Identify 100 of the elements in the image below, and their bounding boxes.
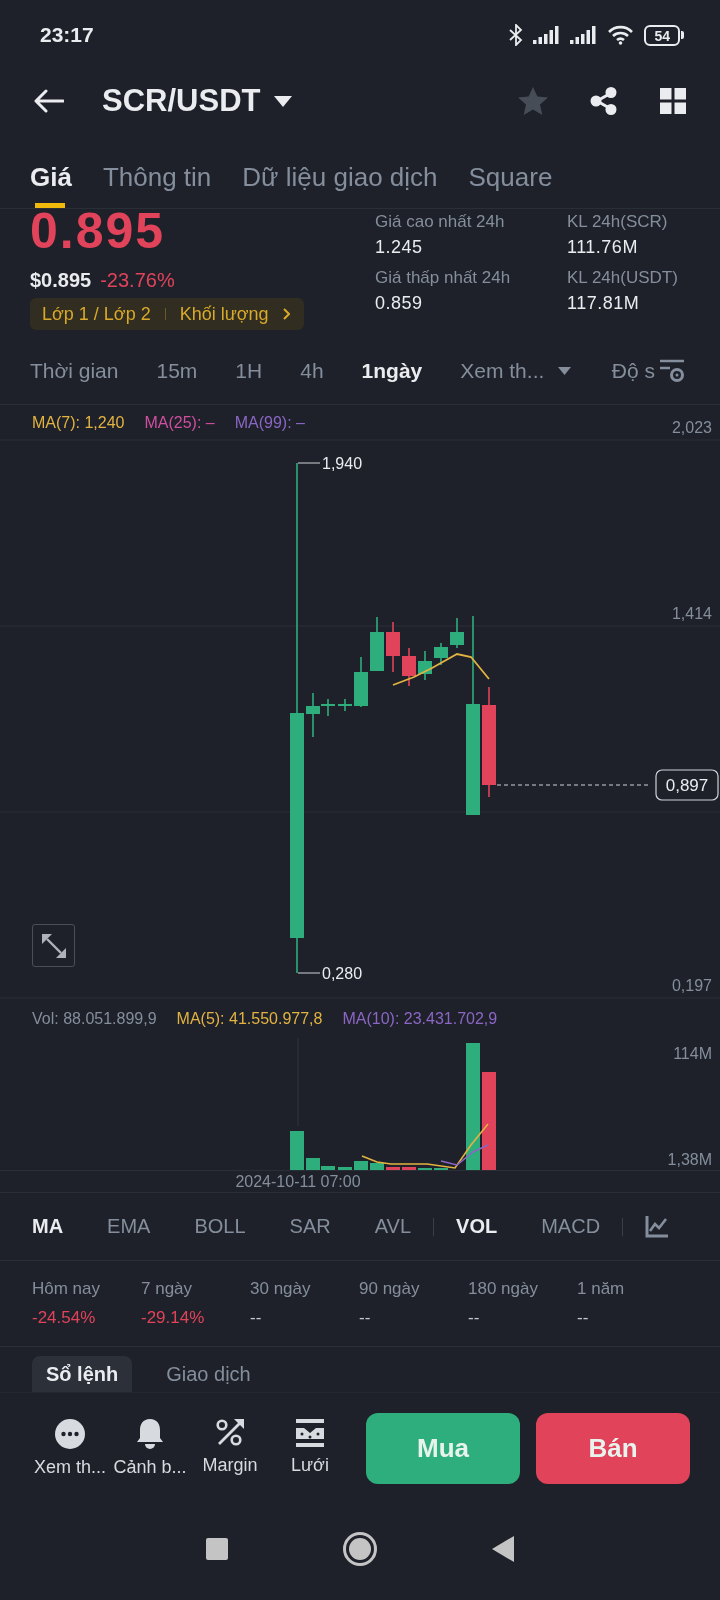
- page-tab[interactable]: Square: [468, 132, 553, 208]
- fullscreen-button[interactable]: [32, 924, 75, 967]
- interval-tab[interactable]: 1H: [235, 359, 263, 383]
- circle-icon: [343, 1531, 377, 1566]
- back-button[interactable]: [34, 89, 64, 113]
- settings-icon: [659, 359, 685, 383]
- sell-button[interactable]: Bán: [536, 1412, 690, 1484]
- volume-legend: MA(5): 41.550.977,8: [176, 1010, 323, 1028]
- status-time: 23:17: [40, 23, 94, 47]
- volume-bar: [370, 1163, 384, 1170]
- caret-icon: [558, 367, 572, 375]
- volume-bar: [402, 1167, 416, 1170]
- alert-button[interactable]: Cảnh b...: [110, 1418, 190, 1478]
- signal-icon: [570, 26, 598, 44]
- ma-legend: MA(25): –: [144, 413, 215, 432]
- back-nav-button[interactable]: [492, 1535, 514, 1562]
- last-price: 0.895: [30, 206, 166, 256]
- more-button[interactable]: Xem th...: [30, 1418, 110, 1478]
- interval-tab[interactable]: 1ngày: [361, 359, 423, 383]
- indicator-tab[interactable]: EMA: [107, 1215, 151, 1238]
- more-intervals-dropdown[interactable]: Xem th...: [460, 359, 572, 383]
- price-change: -23.76%: [100, 269, 175, 292]
- percent-icon: [216, 1418, 244, 1447]
- category-tag[interactable]: Lớp 1 / Lớp 2: [42, 303, 151, 325]
- candlestick: [370, 616, 384, 672]
- page-tab[interactable]: Thông tin: [102, 132, 212, 208]
- volume-bar: [354, 1161, 368, 1170]
- ma-legend: MA(7): 1,240: [32, 413, 125, 432]
- bell-icon: [136, 1418, 164, 1449]
- usd-price: $0.895: [30, 269, 92, 292]
- last-price-tag: 0,897: [655, 769, 719, 801]
- volume-legend: MA(10): 23.431.702,9: [342, 1010, 498, 1028]
- buy-button[interactable]: Mua: [366, 1412, 520, 1484]
- caret-icon: [274, 95, 293, 107]
- indicator-settings-button[interactable]: [645, 1215, 669, 1238]
- price-axis-label: 2,023: [671, 419, 712, 436]
- stat-value: 117.81M: [567, 292, 641, 314]
- margin-button[interactable]: Margin: [190, 1418, 270, 1478]
- more-icon: [55, 1418, 85, 1449]
- book-tab[interactable]: Sổ lệnh: [32, 1356, 133, 1392]
- back-arrow-icon: [34, 89, 64, 113]
- recent-apps-button[interactable]: [206, 1537, 228, 1560]
- stat-value: 0.859: [375, 292, 424, 314]
- grid-button[interactable]: Lưới: [270, 1418, 350, 1478]
- period-label: 7 ngày: [141, 1279, 194, 1299]
- candlestick: [386, 621, 400, 673]
- layout-button[interactable]: [660, 88, 686, 114]
- chevron-icon: [282, 308, 290, 320]
- stat-value: 111.76M: [567, 236, 639, 258]
- candlestick: [418, 650, 432, 681]
- candlestick: [434, 642, 448, 666]
- candlestick: [338, 698, 352, 712]
- stat-value: 1.245: [375, 236, 424, 258]
- volume-bar: [338, 1167, 352, 1170]
- period-label: 180 ngày: [468, 1279, 539, 1299]
- indicator-tab[interactable]: MA: [32, 1215, 64, 1238]
- chart-icon: [645, 1215, 669, 1238]
- candlestick: [450, 617, 464, 649]
- indicator-tab[interactable]: AVL: [374, 1215, 412, 1238]
- indicator-tab[interactable]: MACD: [541, 1215, 601, 1238]
- page-tab[interactable]: Dữ liệu giao dịch: [242, 132, 438, 208]
- stat-label: Giá cao nhất 24h: [375, 212, 506, 232]
- period-label: Hôm nay: [32, 1279, 102, 1299]
- share-icon: [590, 87, 618, 115]
- time-axis-label: 2024-10-11 07:00: [235, 1173, 361, 1190]
- book-tab[interactable]: Giao dịch: [152, 1356, 265, 1392]
- period-change: --: [468, 1308, 481, 1328]
- square-icon: [206, 1537, 228, 1560]
- home-button[interactable]: [343, 1531, 377, 1566]
- chart-settings-button[interactable]: [659, 359, 685, 383]
- signal-icon: [533, 26, 561, 44]
- period-label: 30 ngày: [250, 1279, 312, 1299]
- interval-tab[interactable]: 4h: [300, 359, 324, 383]
- volume-axis-label: 114M: [673, 1045, 712, 1062]
- indicator-tab[interactable]: BOLL: [194, 1215, 246, 1238]
- period-label: 90 ngày: [359, 1279, 421, 1299]
- depth-tab[interactable]: Độ s: [611, 359, 655, 383]
- candlestick: [354, 656, 368, 708]
- indicator-tab[interactable]: SAR: [289, 1215, 331, 1238]
- share-button[interactable]: [590, 87, 618, 115]
- bluetooth-icon: [509, 24, 524, 46]
- period-change: -24.54%: [32, 1308, 97, 1328]
- period-label: 1 năm: [577, 1279, 626, 1299]
- pair-selector[interactable]: SCR/USDT: [102, 83, 293, 119]
- period-change: --: [359, 1308, 372, 1328]
- volume-bar: [386, 1167, 400, 1170]
- indicator-tab[interactable]: VOL: [456, 1215, 498, 1238]
- stat-label: KL 24h(USDT): [567, 268, 679, 288]
- price-axis-label: 1,414: [671, 605, 712, 622]
- category-tag[interactable]: Khối lượng: [179, 303, 269, 325]
- interval-tab[interactable]: 15m: [156, 359, 198, 383]
- period-change: --: [250, 1308, 263, 1328]
- grid-lines-icon: [296, 1418, 324, 1447]
- grid-icon: [660, 88, 686, 114]
- interval-tab[interactable]: Thời gian: [30, 359, 119, 383]
- ma-legend: MA(99): –: [234, 413, 305, 432]
- battery-indicator: 54: [644, 24, 684, 46]
- stat-label: Giá thấp nhất 24h: [375, 268, 512, 288]
- candlestick: [402, 647, 416, 687]
- volume-bar: [290, 1131, 304, 1170]
